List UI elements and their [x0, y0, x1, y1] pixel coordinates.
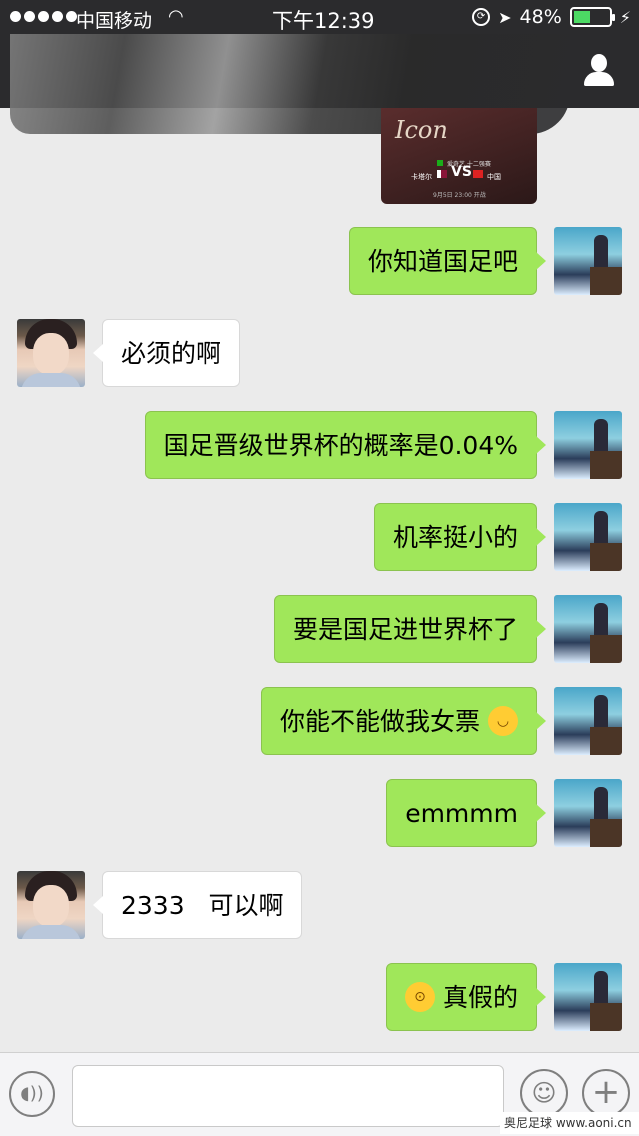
message-bubble-sent[interactable]: 你知道国足吧	[348, 227, 547, 295]
rock	[590, 451, 622, 479]
message-bubble-sent[interactable]: 要是国足进世界杯了	[273, 595, 547, 663]
rock	[590, 819, 622, 847]
message-text: 2333 可以啊	[121, 891, 284, 920]
emoji-button-icon[interactable]: ☺	[520, 1069, 568, 1117]
status-right: ⟳ ➤ 48% ⚡	[472, 6, 631, 28]
signal-strength-icon	[10, 11, 77, 22]
card-date: 9月5日 23:00 开战	[433, 192, 486, 199]
shirt	[21, 925, 81, 939]
rock	[590, 635, 622, 663]
my-avatar[interactable]	[554, 227, 622, 295]
figure	[594, 787, 608, 823]
my-avatar[interactable]	[554, 963, 622, 1031]
battery-percent: 48%	[519, 6, 562, 28]
message-bubble-sent[interactable]: 国足晋级世界杯的概率是0.04%	[144, 411, 547, 479]
status-bar: 中国移动 ◠ 下午12:39 ⟳ ➤ 48% ⚡	[0, 0, 639, 36]
top-bar: 中国移动 ◠ 下午12:39 ⟳ ➤ 48% ⚡	[0, 0, 639, 134]
my-avatar[interactable]	[554, 595, 622, 663]
china-flag-icon	[473, 170, 483, 178]
person-head	[591, 54, 607, 72]
team-left: 卡塔尔	[411, 173, 432, 181]
message-text: 你能不能做我女票	[280, 707, 481, 736]
wifi-icon: ◠	[168, 6, 184, 27]
message-bubble-sent[interactable]: emmmm	[386, 779, 546, 847]
iqiyi-logo-icon	[437, 160, 443, 166]
figure	[594, 419, 608, 455]
qatar-flag-icon	[437, 170, 447, 178]
voice-input-icon[interactable]: ◖))	[9, 1071, 55, 1117]
charging-icon: ⚡	[619, 7, 631, 27]
figure	[594, 603, 608, 639]
chat-area[interactable]: Icon 爱奇艺 十二强赛 卡塔尔 VS 中国 9月5日 23:00 开战 你知…	[0, 108, 639, 1052]
rotation-lock-icon: ⟳	[472, 8, 491, 26]
battery-fill	[573, 11, 591, 23]
message-text: 必须的啊	[121, 339, 222, 368]
watermark: 奥尼足球 www.aoni.cn	[500, 1112, 639, 1134]
message-input[interactable]	[72, 1065, 504, 1127]
message-bubble-sent[interactable]: 机率挺小的	[373, 503, 547, 571]
shared-image-card[interactable]: Icon 爱奇艺 十二强赛 卡塔尔 VS 中国 9月5日 23:00 开战	[381, 108, 537, 204]
rock	[590, 1003, 622, 1031]
face	[33, 885, 69, 927]
rock	[590, 727, 622, 755]
message-bubble-received[interactable]: 必须的啊	[92, 319, 241, 387]
message-text: 你知道国足吧	[367, 247, 518, 276]
more-plus-icon[interactable]: +	[582, 1069, 630, 1117]
chat-info-person-icon[interactable]	[581, 52, 617, 88]
message-text: 国足晋级世界杯的概率是0.04%	[163, 431, 518, 460]
message-text: 真假的	[442, 983, 518, 1012]
shirt	[21, 373, 81, 387]
message-text: 要是国足进世界杯了	[292, 615, 518, 644]
message-bubble-received[interactable]: 2333 可以啊	[92, 871, 303, 939]
my-avatar[interactable]	[554, 779, 622, 847]
vs-label: VS	[451, 164, 472, 180]
my-avatar[interactable]	[554, 411, 622, 479]
my-avatar[interactable]	[554, 503, 622, 571]
rock	[590, 267, 622, 295]
figure	[594, 511, 608, 547]
carrier-name: 中国移动	[76, 10, 153, 32]
figure	[594, 695, 608, 731]
blushing-face-icon: ◡	[488, 706, 518, 736]
card-title: Icon	[395, 116, 448, 144]
contact-avatar[interactable]	[17, 319, 85, 387]
flushed-face-icon: ⊙	[405, 982, 436, 1012]
person-body	[584, 72, 614, 86]
face	[33, 333, 69, 375]
battery-icon	[569, 7, 615, 27]
message-text: 机率挺小的	[392, 523, 518, 552]
message-bubble-sent[interactable]: ⊙ 真假的	[386, 963, 546, 1031]
location-arrow-icon: ➤	[498, 7, 512, 27]
figure	[594, 235, 608, 271]
figure	[594, 971, 608, 1007]
rock	[590, 543, 622, 571]
my-avatar[interactable]	[554, 687, 622, 755]
contact-avatar[interactable]	[17, 871, 85, 939]
message-text: emmmm	[405, 799, 518, 828]
message-bubble-sent[interactable]: 你能不能做我女票 ◡	[261, 687, 546, 755]
status-time: 下午12:39	[272, 9, 375, 33]
team-right: 中国	[487, 173, 501, 181]
